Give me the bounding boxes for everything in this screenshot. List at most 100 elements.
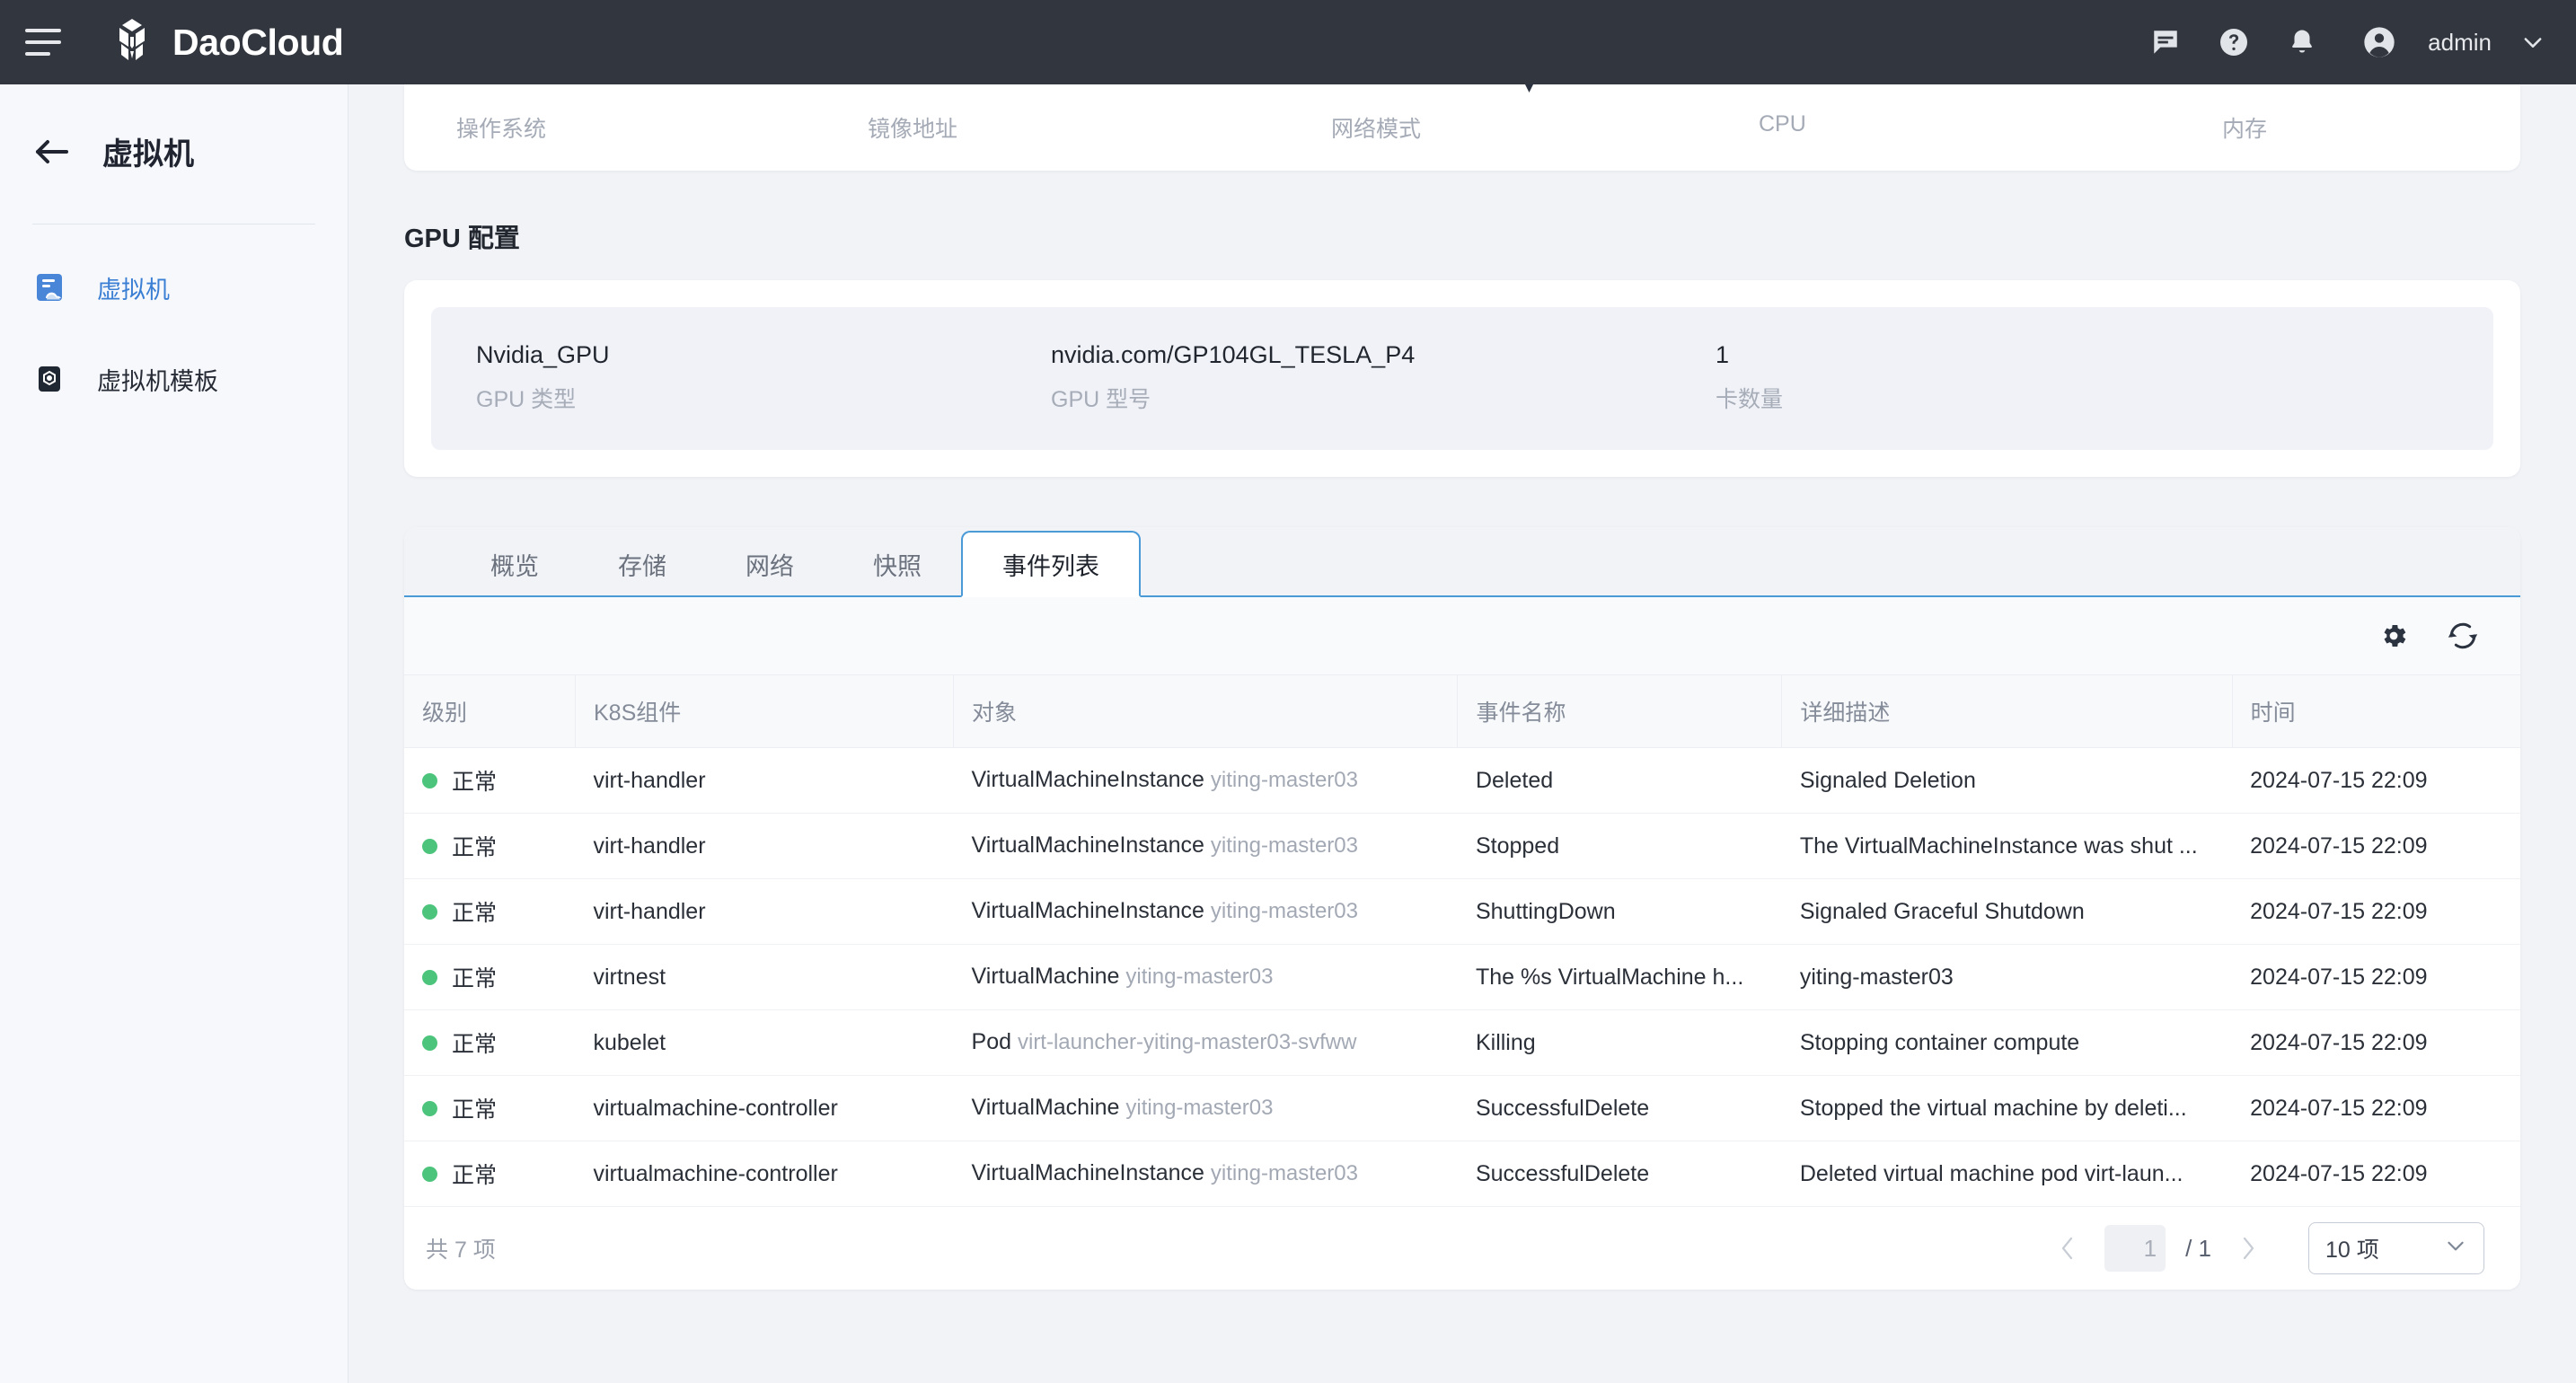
chevron-down-icon[interactable] — [2520, 30, 2545, 55]
detail-label-network: 网络模式 — [1331, 111, 1759, 144]
detail-label-memory: 内存 — [2222, 111, 2492, 144]
cell-component: virtualmachine-controller — [575, 1076, 953, 1141]
table-footer: 共 7 项 1 / 1 10 项 — [404, 1207, 2520, 1290]
level-text: 正常 — [452, 961, 497, 993]
brand-text: DaoCloud — [172, 22, 343, 64]
table-row[interactable]: 正常 virt-handler VirtualMachineInstance y… — [404, 748, 2520, 814]
tab-bar: 概览 存储 网络 快照 事件列表 — [404, 527, 2520, 597]
tab-label: 概览 — [490, 547, 539, 582]
tab-storage[interactable]: 存储 — [578, 533, 706, 595]
cell-time: 2024-07-15 22:09 — [2232, 879, 2520, 945]
cell-description: Deleted virtual machine pod virt-laun... — [1782, 1141, 2232, 1207]
status-badge — [422, 839, 437, 854]
chevron-down-icon — [2444, 1234, 2467, 1264]
tab-network[interactable]: 网络 — [706, 533, 834, 595]
refresh-icon[interactable] — [2447, 620, 2479, 652]
level-text: 正常 — [452, 830, 497, 862]
cell-time: 2024-07-15 22:09 — [2232, 1141, 2520, 1207]
cell-time: 2024-07-15 22:09 — [2232, 814, 2520, 879]
sidebar-divider — [32, 224, 315, 225]
message-icon[interactable] — [2131, 8, 2200, 76]
table-row[interactable]: 正常 virtualmachine-controller VirtualMach… — [404, 1076, 2520, 1141]
gpu-type-label: GPU 类型 — [476, 382, 1051, 414]
chevron-right-icon[interactable] — [2228, 1228, 2269, 1269]
cell-component: kubelet — [575, 1010, 953, 1076]
gear-icon[interactable] — [2378, 621, 2409, 651]
tab-label: 网络 — [745, 547, 794, 582]
table-row[interactable]: 正常 virtnest VirtualMachine yiting-master… — [404, 945, 2520, 1010]
level-text: 正常 — [452, 895, 497, 928]
cell-event-name: SuccessfulDelete — [1458, 1076, 1782, 1141]
tab-event-list[interactable]: 事件列表 — [961, 531, 1141, 597]
object-kind: VirtualMachineInstance — [972, 767, 1204, 792]
table-row[interactable]: 正常 virt-handler VirtualMachineInstance y… — [404, 879, 2520, 945]
cell-event-name: The %s VirtualMachine h... — [1458, 945, 1782, 1010]
status-badge — [422, 1167, 437, 1182]
level-text: 正常 — [452, 1158, 497, 1190]
sidebar-item-vm[interactable]: 虚拟机 — [0, 259, 348, 316]
cell-description: The VirtualMachineInstance was shut ... — [1782, 814, 2232, 879]
cell-event-name: Killing — [1458, 1010, 1782, 1076]
gpu-field-count: 1 卡数量 — [1716, 341, 2075, 414]
gpu-config-card: Nvidia_GPU GPU 类型 nvidia.com/GP104GL_TES… — [404, 280, 2520, 477]
description-text: yiting-master03 — [1800, 965, 2232, 991]
user-name: admin — [2428, 29, 2492, 57]
column-header-time[interactable]: 时间 — [2232, 675, 2520, 748]
status-badge — [422, 1101, 437, 1116]
vm-icon — [32, 270, 66, 304]
cell-level: 正常 — [404, 814, 575, 879]
table-toolbar — [404, 597, 2520, 674]
cell-time: 2024-07-15 22:09 — [2232, 748, 2520, 814]
gpu-field-type: Nvidia_GPU GPU 类型 — [431, 341, 1051, 414]
table-row[interactable]: 正常 kubelet Pod virt-launcher-yiting-mast… — [404, 1010, 2520, 1076]
object-name: yiting-master03 — [1125, 1096, 1273, 1120]
description-text: The VirtualMachineInstance was shut ... — [1800, 833, 2232, 859]
events-table-body: 正常 virt-handler VirtualMachineInstance y… — [404, 748, 2520, 1207]
gpu-field-model: nvidia.com/GP104GL_TESLA_P4 GPU 型号 — [1051, 341, 1716, 414]
events-table-head: 级别 K8S组件 对象 事件名称 详细描述 时间 — [404, 675, 2520, 748]
sidebar-item-vm-template[interactable]: 虚拟机模板 — [0, 350, 348, 408]
object-kind: VirtualMachine — [972, 1095, 1120, 1120]
cell-component: virt-handler — [575, 814, 953, 879]
hamburger-icon[interactable] — [25, 29, 61, 56]
column-header-description[interactable]: 详细描述 — [1782, 675, 2232, 748]
event-name-text: ShuttingDown — [1476, 899, 1782, 925]
cell-level: 正常 — [404, 1076, 575, 1141]
cell-object: VirtualMachineInstance yiting-master03 — [954, 1141, 1458, 1207]
tab-overview[interactable]: 概览 — [451, 533, 578, 595]
bell-icon[interactable] — [2268, 8, 2336, 76]
chevron-left-icon[interactable] — [2047, 1228, 2088, 1269]
column-header-component[interactable]: K8S组件 — [575, 675, 953, 748]
cell-object: VirtualMachineInstance yiting-master03 — [954, 879, 1458, 945]
column-header-level[interactable]: 级别 — [404, 675, 575, 748]
description-text: Stopped the virtual machine by deleti... — [1800, 1096, 2232, 1122]
cell-component: virtnest — [575, 945, 953, 1010]
tab-snapshot[interactable]: 快照 — [834, 533, 961, 595]
arrow-left-icon[interactable] — [32, 136, 72, 168]
user-menu[interactable]: admin — [2345, 8, 2545, 76]
gpu-type-value: Nvidia_GPU — [476, 341, 1051, 369]
cell-object: VirtualMachineInstance yiting-master03 — [954, 748, 1458, 814]
cell-level: 正常 — [404, 1010, 575, 1076]
event-name-text: Killing — [1476, 1030, 1782, 1056]
help-icon[interactable] — [2200, 8, 2268, 76]
table-row[interactable]: 正常 virt-handler VirtualMachineInstance y… — [404, 814, 2520, 879]
cell-object: VirtualMachine yiting-master03 — [954, 1076, 1458, 1141]
cell-component: virt-handler — [575, 748, 953, 814]
page-number-input[interactable]: 1 — [2104, 1225, 2166, 1272]
cell-level: 正常 — [404, 748, 575, 814]
object-kind: VirtualMachineInstance — [972, 832, 1204, 858]
page-size-select[interactable]: 10 项 — [2308, 1222, 2484, 1274]
cell-level: 正常 — [404, 879, 575, 945]
cell-object: VirtualMachine yiting-master03 — [954, 945, 1458, 1010]
cell-object: Pod virt-launcher-yiting-master03-svfww — [954, 1010, 1458, 1076]
object-name: yiting-master03 — [1211, 768, 1358, 792]
brand[interactable]: DaoCloud — [110, 19, 343, 66]
sidebar-header: 虚拟机 — [0, 84, 348, 173]
table-row[interactable]: 正常 virtualmachine-controller VirtualMach… — [404, 1141, 2520, 1207]
column-header-event-name[interactable]: 事件名称 — [1458, 675, 1782, 748]
tab-label: 存储 — [618, 547, 666, 582]
detail-label-image: 镜像地址 — [868, 111, 1331, 144]
column-header-object[interactable]: 对象 — [954, 675, 1458, 748]
events-table: 级别 K8S组件 对象 事件名称 详细描述 时间 正常 virt-handler — [404, 674, 2520, 1207]
